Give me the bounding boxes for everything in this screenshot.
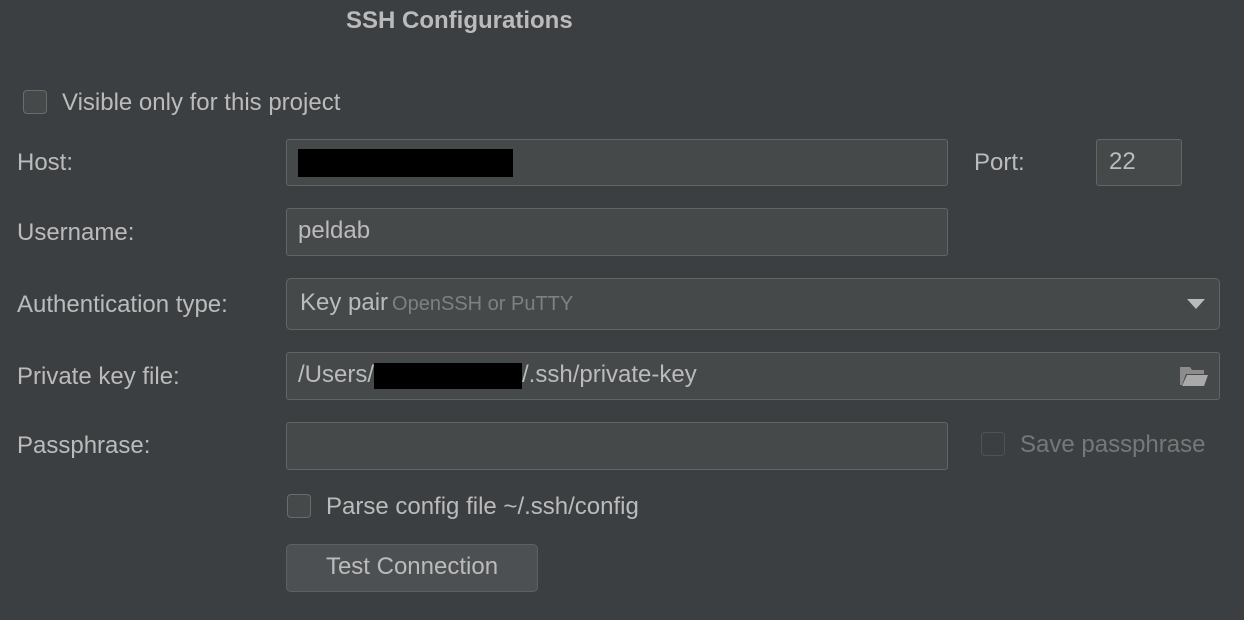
auth-type-label: Authentication type: [17, 291, 228, 318]
username-label: Username: [17, 219, 135, 246]
auth-type-selected: Key pair [300, 289, 389, 316]
auth-type-hint: OpenSSH or PuTTY [392, 293, 574, 315]
chevron-down-icon[interactable] [1187, 299, 1205, 309]
port-field[interactable]: 22 [1096, 139, 1182, 186]
private-key-field[interactable]: /Users/ /.ssh/private-key [286, 352, 1220, 400]
passphrase-field[interactable] [286, 422, 948, 470]
username-field[interactable]: peldab [286, 208, 948, 256]
folder-open-icon[interactable] [1179, 364, 1209, 388]
host-field[interactable] [286, 139, 948, 186]
port-label: Port: [974, 149, 1025, 176]
parse-config-label[interactable]: Parse config file ~/.ssh/config [326, 492, 639, 522]
visible-only-label[interactable]: Visible only for this project [62, 88, 340, 118]
private-key-redaction [374, 362, 523, 389]
save-passphrase-label[interactable]: Save passphrase [1020, 430, 1205, 460]
host-redaction [298, 148, 513, 177]
passphrase-label: Passphrase: [17, 432, 151, 459]
panel-title: SSH Configurations [346, 7, 573, 34]
ssh-configurations-panel: SSH Configurations Visible only for this… [0, 0, 1244, 620]
auth-type-dropdown[interactable]: Key pair OpenSSH or PuTTY [286, 278, 1220, 330]
parse-config-checkbox[interactable] [287, 494, 311, 518]
save-passphrase-checkbox[interactable] [981, 432, 1005, 456]
host-label: Host: [17, 149, 74, 176]
test-connection-button[interactable]: Test Connection [286, 544, 538, 592]
visible-only-checkbox[interactable] [23, 90, 47, 114]
private-key-suffix: /.ssh/private-key [522, 361, 697, 388]
private-key-prefix: /Users/ [298, 361, 375, 388]
private-key-label: Private key file: [17, 363, 180, 390]
